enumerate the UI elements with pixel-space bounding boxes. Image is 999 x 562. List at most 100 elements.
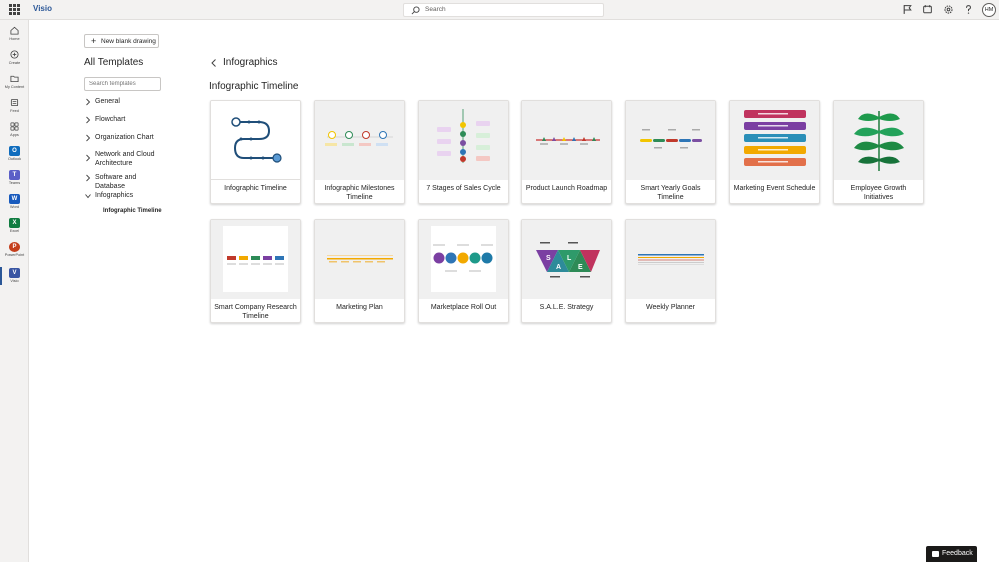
section-title: Infographics — [223, 57, 278, 68]
template-card-weekly-planner[interactable]: Weekly Planner — [625, 219, 716, 323]
chevron-right-icon — [86, 134, 91, 142]
powerpoint-icon: P — [9, 242, 20, 252]
rail-label: Excel — [9, 229, 20, 233]
template-thumbnail — [522, 101, 611, 180]
rail-feed[interactable]: Feed — [0, 96, 29, 118]
template-card-infographic-timeline[interactable]: Infographic Timeline — [210, 100, 301, 204]
sale-letter-s: S — [546, 255, 551, 262]
rail-label: Outlook — [7, 157, 22, 161]
template-card-marketing-plan[interactable]: Marketing Plan — [314, 219, 405, 323]
template-thumbnail: S A L E — [522, 220, 611, 299]
category-label: Organization Chart — [95, 134, 154, 141]
top-bar: Visio Search HM — [0, 0, 999, 20]
feedback-icon — [932, 551, 939, 557]
template-card-product-launch-roadmap[interactable]: Product Launch Roadmap — [521, 100, 612, 204]
word-icon: W — [9, 194, 20, 204]
home-icon — [10, 26, 19, 35]
template-thumbnail — [315, 101, 404, 180]
template-title: Employee Growth Initiatives — [850, 185, 907, 201]
template-title: Product Launch Roadmap — [525, 185, 608, 192]
feedback-label: Feedback — [942, 550, 973, 557]
group-title: Infographic Timeline — [209, 81, 299, 92]
rail-excel[interactable]: X Excel — [0, 216, 29, 238]
rail-label: PowerPoint — [4, 253, 25, 257]
template-title: S.A.L.E. Strategy — [539, 304, 594, 311]
template-search-input[interactable] — [84, 77, 161, 91]
rail-powerpoint[interactable]: P PowerPoint — [0, 240, 29, 262]
feed-icon — [10, 98, 19, 107]
visio-icon: V — [9, 268, 20, 278]
rail-label: Visio — [10, 279, 19, 283]
plus-icon: + — [91, 36, 97, 46]
rail-create[interactable]: Create — [0, 48, 29, 70]
template-card-marketing-event-schedule[interactable]: Marketing Event Schedule — [729, 100, 820, 204]
search-icon — [411, 6, 420, 15]
rail-label: Create — [8, 61, 21, 65]
app-launcher-icon[interactable] — [9, 4, 20, 15]
apps-icon — [10, 122, 19, 131]
rail-outlook[interactable]: O Outlook — [0, 144, 29, 166]
subcategory-infographic-timeline[interactable]: Infographic Timeline — [103, 208, 162, 214]
rail-teams[interactable]: T Teams — [0, 168, 29, 190]
template-thumbnail — [211, 220, 300, 299]
new-blank-drawing-button[interactable]: + New blank drawing — [84, 34, 159, 48]
all-templates-title: All Templates — [84, 57, 144, 68]
excel-icon: X — [9, 218, 20, 228]
feature-updates-icon[interactable] — [922, 4, 933, 15]
chevron-down-icon — [85, 194, 91, 199]
template-thumbnail — [315, 220, 404, 299]
template-title: Infographic Timeline — [224, 185, 287, 192]
template-card-company-research[interactable]: Smart Company Research Timeline — [210, 219, 301, 323]
template-thumbnail — [419, 220, 508, 299]
chevron-right-icon — [86, 154, 91, 162]
template-title: Marketing Event Schedule — [733, 185, 816, 192]
template-thumbnail — [626, 220, 715, 299]
template-card-employee-growth[interactable]: Employee Growth Initiatives — [833, 100, 924, 204]
template-thumbnail — [834, 101, 923, 180]
chevron-right-icon — [86, 174, 91, 182]
left-rail: Home Create My Content Feed Apps O Outlo… — [0, 20, 29, 562]
back-arrow-icon[interactable] — [210, 58, 218, 68]
rail-home[interactable]: Home — [0, 24, 29, 46]
sale-letter-l: L — [567, 255, 572, 262]
sale-letter-a: A — [556, 264, 561, 271]
search-box[interactable]: Search — [403, 3, 604, 17]
template-title: Marketing Plan — [336, 304, 383, 311]
template-thumbnail — [211, 101, 300, 180]
app-name[interactable]: Visio — [33, 4, 52, 13]
rail-word[interactable]: W Word — [0, 192, 29, 214]
rail-label: Home — [9, 37, 20, 41]
rail-label: Apps — [10, 133, 19, 137]
create-icon — [10, 50, 19, 59]
template-title: Smart Company Research Timeline — [214, 304, 297, 320]
template-card-yearly-goals[interactable]: Smart Yearly Goals Timeline — [625, 100, 716, 204]
template-card-milestones-timeline[interactable]: Infographic Milestones Timeline — [314, 100, 405, 204]
template-title: Weekly Planner — [646, 304, 695, 311]
template-card-sales-cycle[interactable]: 7 Stages of Sales Cycle — [418, 100, 509, 204]
flag-icon[interactable] — [902, 4, 913, 15]
template-thumbnail — [626, 101, 715, 180]
teams-icon: T — [9, 170, 20, 180]
search-placeholder: Search — [425, 6, 446, 13]
rail-visio[interactable]: V Visio — [0, 266, 29, 288]
help-icon[interactable] — [963, 4, 974, 15]
template-card-marketplace-roll-out[interactable]: Marketplace Roll Out — [418, 219, 509, 323]
template-title: Marketplace Roll Out — [430, 304, 497, 311]
rail-label: Teams — [8, 181, 21, 185]
folder-icon — [10, 75, 19, 83]
template-card-sale-strategy[interactable]: S A L E S.A.L.E. Strategy — [521, 219, 612, 323]
settings-gear-icon[interactable] — [943, 4, 954, 15]
category-label: Infographics — [95, 192, 134, 199]
rail-label: Word — [9, 205, 19, 209]
category-label: Network and Cloud Architecture — [95, 151, 155, 167]
user-avatar[interactable]: HM — [982, 3, 996, 17]
feedback-button[interactable]: Feedback — [926, 546, 977, 562]
rail-my-content[interactable]: My Content — [0, 72, 29, 94]
category-label: General — [95, 98, 120, 105]
rail-apps[interactable]: Apps — [0, 120, 29, 142]
template-thumbnail — [730, 101, 819, 180]
chevron-right-icon — [86, 116, 91, 124]
new-blank-drawing-label: New blank drawing — [101, 38, 156, 45]
template-title: Smart Yearly Goals Timeline — [640, 185, 701, 201]
template-title: Infographic Milestones Timeline — [324, 185, 395, 201]
